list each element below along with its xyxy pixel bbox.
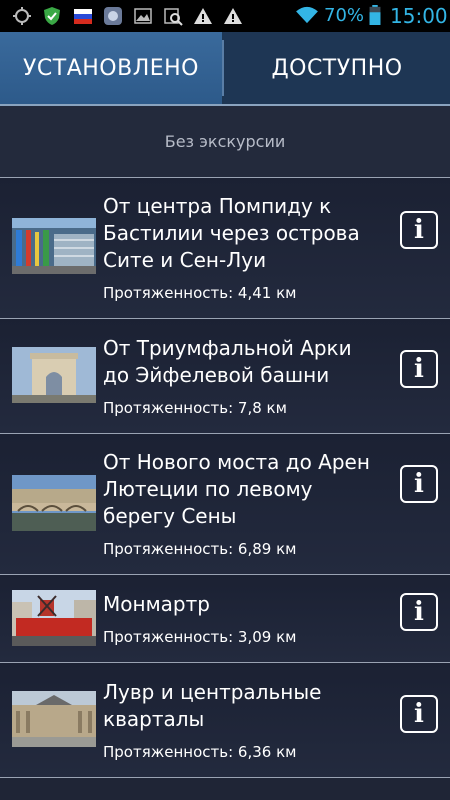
tab-installed[interactable]: УСТАНОВЛЕНО [0, 32, 222, 104]
list-item[interactable]: Монмартр Протяженность: 3,09 км i [0, 575, 450, 663]
tour-thumbnail-louvre [12, 691, 96, 747]
tour-length: Протяженность: 4,41 км [103, 284, 297, 302]
tab-available-label: ДОСТУПНО [271, 55, 403, 81]
battery-percent: 70% [324, 5, 365, 26]
warning-icon [224, 8, 242, 24]
tour-title: Монмартр [103, 592, 210, 616]
info-button[interactable]: i [400, 211, 438, 249]
info-button[interactable]: i [400, 593, 438, 631]
tour-title: Лувр и центральные кварталы [103, 680, 322, 731]
search-image-icon [164, 8, 183, 26]
no-tour-item[interactable]: Без экскурсии [0, 106, 450, 178]
list-item[interactable]: Лувр и центральные кварталы Протяженност… [0, 663, 450, 778]
tour-title: От Нового моста до Арен Лютеции по левом… [103, 450, 370, 528]
tour-title: От центра Помпиду к Бастилии через остро… [103, 194, 360, 272]
tour-length: Протяженность: 3,09 км [103, 628, 297, 646]
info-button[interactable]: i [400, 465, 438, 503]
tour-thumbnail-arc [12, 347, 96, 403]
clock: 15:00 [390, 4, 448, 28]
tour-title: От Триумфальной Арки до Эйфелевой башни [103, 336, 352, 387]
tab-bar: УСТАНОВЛЕНО ДОСТУПНО [0, 32, 450, 104]
info-icon: i [414, 699, 424, 729]
shield-icon [44, 7, 60, 25]
wifi-icon [296, 6, 318, 24]
tab-available[interactable]: ДОСТУПНО [224, 32, 450, 104]
list-item[interactable]: От Триумфальной Арки до Эйфелевой башни … [0, 319, 450, 434]
tour-list: Без экскурсии От центра Помпиду к Бастил… [0, 106, 450, 778]
gps-icon [13, 7, 31, 25]
image-icon [134, 8, 152, 24]
list-item[interactable]: От Нового моста до Арен Лютеции по левом… [0, 434, 450, 575]
tour-length: Протяженность: 6,36 км [103, 743, 297, 761]
info-button[interactable]: i [400, 695, 438, 733]
app-icon [104, 7, 122, 25]
info-button[interactable]: i [400, 350, 438, 388]
info-icon: i [414, 215, 424, 245]
no-tour-label: Без экскурсии [164, 132, 286, 151]
tab-installed-label: УСТАНОВЛЕНО [22, 55, 199, 81]
status-bar: 70% 15:00 [0, 0, 450, 32]
list-item[interactable]: От центра Помпиду к Бастилии через остро… [0, 178, 450, 319]
tour-thumbnail-moulin [12, 590, 96, 646]
info-icon: i [414, 597, 424, 627]
info-icon: i [414, 354, 424, 384]
warning-icon [194, 8, 212, 24]
russia-flag-icon [74, 9, 92, 24]
tour-thumbnail-bridge [12, 475, 96, 531]
tour-thumbnail-pompidou [12, 218, 96, 274]
tour-length: Протяженность: 7,8 км [103, 399, 287, 417]
tour-length: Протяженность: 6,89 км [103, 540, 297, 558]
info-icon: i [414, 469, 424, 499]
battery-icon [369, 5, 381, 25]
